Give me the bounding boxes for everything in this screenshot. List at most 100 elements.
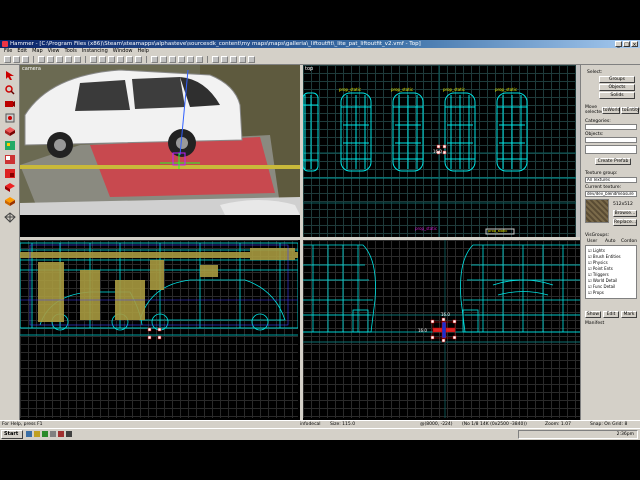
bottom-letterbox xyxy=(0,440,640,480)
app-icon[interactable] xyxy=(26,431,32,437)
menu-tools[interactable]: Tools xyxy=(65,48,77,55)
viewport-splitter-horizontal[interactable] xyxy=(20,237,580,240)
copy-icon[interactable] xyxy=(65,56,72,63)
system-tray: 2:36pm xyxy=(518,430,638,439)
menu-view[interactable]: View xyxy=(48,48,60,55)
block-tool-icon[interactable] xyxy=(4,126,16,137)
texture-group-combo[interactable]: All Textures xyxy=(585,177,637,183)
pointer-tool-icon[interactable] xyxy=(4,70,16,81)
menu-map[interactable]: Map xyxy=(32,48,43,55)
open-icon[interactable] xyxy=(13,56,20,63)
ungroup-icon[interactable] xyxy=(169,56,176,63)
cordon-icon[interactable] xyxy=(196,56,203,63)
run-map-icon[interactable] xyxy=(248,56,255,63)
objects-button[interactable]: Objects xyxy=(599,84,635,91)
carve-icon[interactable] xyxy=(151,56,158,63)
top-letterbox xyxy=(0,0,640,40)
manifest-label: Manifest xyxy=(585,321,605,326)
overlay-tool-icon[interactable] xyxy=(4,212,16,223)
menu-edit[interactable]: Edit xyxy=(17,48,27,55)
clip-tool-icon[interactable] xyxy=(4,182,16,193)
mark-button[interactable]: Mark xyxy=(621,311,637,318)
maximize-button[interactable]: □ xyxy=(623,41,630,48)
vertex-tool-icon[interactable] xyxy=(4,196,16,207)
visgroup-tab-auto[interactable]: Auto xyxy=(605,239,615,244)
visgroup-items: ☑ Lights ☑ Brush Entities ☑ Physics ☑ Po… xyxy=(588,248,621,296)
redo-icon[interactable] xyxy=(47,56,54,63)
flat-icon[interactable] xyxy=(230,56,237,63)
objects-combo[interactable] xyxy=(585,137,637,143)
new-icon[interactable] xyxy=(4,56,11,63)
edit-button[interactable]: Edit xyxy=(603,311,619,318)
lightmap-icon[interactable] xyxy=(239,56,246,63)
save-icon[interactable] xyxy=(22,56,29,63)
group-icon[interactable] xyxy=(160,56,167,63)
unhide-icon[interactable] xyxy=(187,56,194,63)
groups-button[interactable]: Groups xyxy=(599,76,635,83)
minimize-button[interactable]: _ xyxy=(615,41,622,48)
paste-icon[interactable] xyxy=(74,56,81,63)
helpers-icon[interactable] xyxy=(126,56,133,63)
entity-label: prop_static xyxy=(495,87,518,92)
grid-larger-icon[interactable] xyxy=(108,56,115,63)
title-bar: Hammer - [C:\Program Files (x86)\Steam\s… xyxy=(0,40,640,48)
magnify-tool-icon[interactable] xyxy=(4,84,16,95)
taskbar: Start 2:36pm xyxy=(0,428,640,440)
visgroup-tab-cordon[interactable]: Cordon xyxy=(621,239,637,244)
models-icon[interactable] xyxy=(135,56,142,63)
menu-file[interactable]: File xyxy=(4,48,12,55)
toolbar-separator xyxy=(33,56,34,63)
app-icon[interactable] xyxy=(42,431,48,437)
show-button[interactable]: Show xyxy=(585,311,601,318)
cut-icon[interactable] xyxy=(56,56,63,63)
texture-tool-icon[interactable] xyxy=(4,140,16,151)
to-entity-button[interactable]: toEntity xyxy=(621,107,640,114)
textured-icon[interactable] xyxy=(221,56,228,63)
grid-toggle-icon[interactable] xyxy=(90,56,97,63)
front-viewport[interactable]: 16.0 16.0 xyxy=(303,240,580,418)
toolbar-separator xyxy=(85,56,86,63)
status-zoom: Zoom: 1.07 xyxy=(545,422,571,427)
quick-launch xyxy=(26,431,72,437)
to-world-button[interactable]: toWorld xyxy=(602,107,620,114)
app-icon[interactable] xyxy=(58,431,64,437)
objects-list[interactable] xyxy=(585,145,637,154)
app-icon[interactable] xyxy=(34,431,40,437)
decal-tool-icon[interactable] xyxy=(4,168,16,179)
viewport-splitter-vertical[interactable] xyxy=(300,65,303,420)
start-button[interactable]: Start xyxy=(1,430,23,439)
side-viewport[interactable] xyxy=(20,240,298,418)
browse-button[interactable]: Browse... xyxy=(613,210,637,217)
3d-grid-icon[interactable] xyxy=(117,56,124,63)
wireframe-icon[interactable] xyxy=(212,56,219,63)
undo-icon[interactable] xyxy=(38,56,45,63)
apply-texture-icon[interactable] xyxy=(4,154,16,165)
visgroup-tab-user[interactable]: User xyxy=(587,239,597,244)
grid-smaller-icon[interactable] xyxy=(99,56,106,63)
toolbar-separator xyxy=(146,56,147,63)
visgroup-list[interactable]: ☑ Lights ☑ Brush Entities ☑ Physics ☑ Po… xyxy=(585,245,637,299)
hide-icon[interactable] xyxy=(178,56,185,63)
status-snap: Snap: On Grid: 8 xyxy=(590,422,628,427)
visgroup-item[interactable]: ☑ Props xyxy=(588,290,621,296)
entity-tool-icon[interactable] xyxy=(4,112,16,123)
menu-help[interactable]: Help xyxy=(137,48,148,55)
solids-button[interactable]: Solids xyxy=(599,92,635,99)
app-icon[interactable] xyxy=(50,431,56,437)
top-viewport[interactable]: 16.0 top prop_static prop_static prop_st… xyxy=(303,65,580,237)
create-prefab-button[interactable]: Create Prefab xyxy=(595,158,631,165)
close-button[interactable]: × xyxy=(631,41,638,48)
svg-text:16.0: 16.0 xyxy=(441,312,450,317)
categories-combo[interactable] xyxy=(585,124,637,130)
camera-tool-icon[interactable] xyxy=(4,98,16,109)
top-viewport-label: top xyxy=(305,66,314,72)
tool-palette xyxy=(0,65,20,420)
front-scene: 16.0 16.0 xyxy=(303,240,580,418)
menu-window[interactable]: Window xyxy=(113,48,133,55)
current-texture-combo[interactable]: dev/dev_blendmeasure xyxy=(585,191,637,197)
camera-viewport[interactable]: camera xyxy=(20,65,300,215)
hammer-app-icon xyxy=(2,41,8,47)
app-icon[interactable] xyxy=(66,431,72,437)
replace-button[interactable]: Replace... xyxy=(613,219,637,226)
menu-instancing[interactable]: Instancing xyxy=(82,48,108,55)
